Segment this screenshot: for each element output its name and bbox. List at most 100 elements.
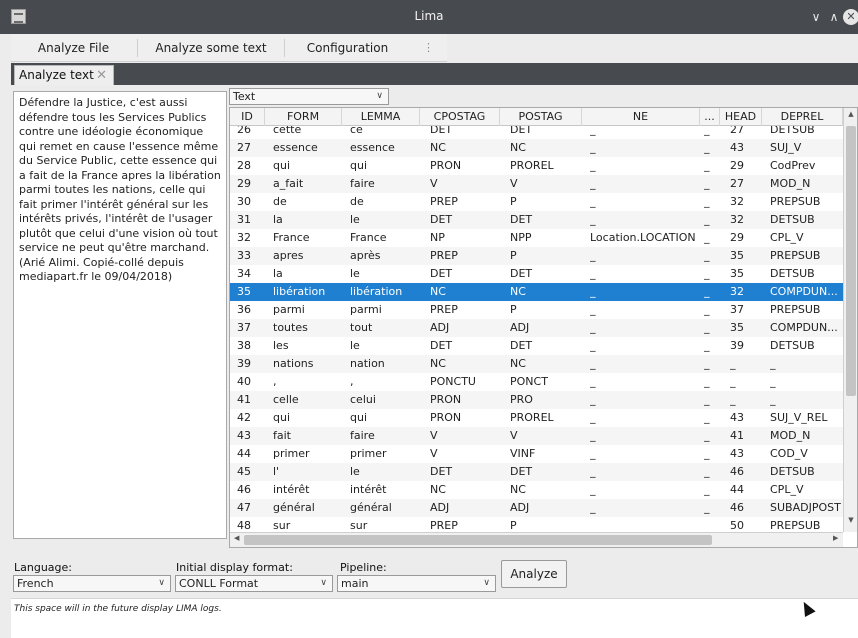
cell-cpostag: V [430, 447, 438, 460]
table-row[interactable]: 28 qui qui PRON PROREL _ _ 29 CodPrev [230, 157, 843, 175]
cell-extra: _ [704, 213, 710, 226]
cell-extra: _ [704, 231, 710, 244]
table-row[interactable]: 39 nations nation NC NC _ _ _ _ [230, 355, 843, 373]
cell-head: 29 [730, 231, 744, 244]
cell-form: France [273, 231, 310, 244]
display-format-label: Initial display format: [176, 561, 293, 574]
log-area: This space will in the future display LI… [11, 598, 858, 638]
cell-postag: P [510, 303, 517, 316]
cell-id: 43 [237, 429, 251, 442]
column-header-ne[interactable]: NE [582, 108, 700, 126]
table-row[interactable]: 46 intérêt intérêt NC NC _ _ 44 CPL_V [230, 481, 843, 499]
cell-form: celle [273, 393, 299, 406]
cell-postag: P [510, 249, 517, 262]
analysis-table[interactable]: ID FORM LEMMA CPOSTAG POSTAG NE... HEAD DEPREL … [229, 107, 858, 548]
table-row[interactable]: 37 toutes tout ADJ ADJ _ _ 35 COMPDUN... [230, 319, 843, 337]
cell-head: 35 [730, 321, 744, 334]
cell-postag: V [510, 429, 518, 442]
column-header-extra[interactable]: ... [700, 108, 720, 126]
table-row[interactable]: 27 essence essence NC NC _ _ 43 SUJ_V [230, 139, 843, 157]
tab-bar: Analyze text ✕ [11, 63, 858, 85]
scrollbar-thumb[interactable] [846, 126, 856, 396]
language-select[interactable]: French ∨ [13, 575, 171, 592]
table-row[interactable]: 47 général général ADJ ADJ _ _ 46 SUBADJPOST [230, 499, 843, 517]
cell-form: les [273, 339, 289, 352]
cell-ne: _ [590, 411, 596, 424]
vertical-scrollbar[interactable]: ▲ ▼ [843, 108, 857, 532]
table-row[interactable]: 29 a_fait faire V V _ _ 27 MOD_N [230, 175, 843, 193]
column-header-lemma[interactable]: LEMMA [342, 108, 420, 126]
column-header-cpostag[interactable]: CPOSTAG [420, 108, 500, 126]
table-row[interactable]: 45 l' le DET DET _ _ 46 DETSUB [230, 463, 843, 481]
close-icon[interactable]: ✕ [843, 9, 858, 25]
cell-postag: P [510, 195, 517, 208]
cell-ne: _ [590, 285, 596, 298]
table-row[interactable]: 30 de de PREP P _ _ 32 PREPSUB [230, 193, 843, 211]
table-row[interactable]: 31 la le DET DET _ _ 32 DETSUB [230, 211, 843, 229]
tab-analyze-text[interactable]: Analyze text ✕ [14, 65, 114, 85]
cell-deprel: COD_V [770, 447, 808, 460]
column-header-deprel[interactable]: DEPREL [762, 108, 843, 126]
table-row[interactable]: 41 celle celui PRON PRO _ _ _ _ [230, 391, 843, 409]
pipeline-select[interactable]: main ∨ [337, 575, 496, 592]
scroll-down-icon[interactable]: ▼ [844, 516, 857, 524]
cell-form: a_fait [273, 177, 304, 190]
input-text-area[interactable]: Défendre la Justice, c'est aussi défendr… [13, 91, 227, 539]
table-row[interactable]: 32 France France NP NPP Location.LOCATION _ 29 C… [230, 229, 843, 247]
menu-analyze-some-text[interactable]: Analyze some text [138, 34, 284, 62]
analyze-button[interactable]: Analyze [501, 560, 567, 588]
column-header-id[interactable]: ID [230, 108, 265, 126]
scroll-right-icon[interactable]: ▶ [833, 534, 838, 542]
menu-configuration[interactable]: Configuration [285, 34, 410, 62]
scroll-up-icon[interactable]: ▲ [844, 110, 857, 118]
table-row[interactable]: 44 primer primer V VINF _ _ 43 COD_V [230, 445, 843, 463]
cell-form: intérêt [273, 483, 310, 496]
cell-deprel: DETSUB [770, 213, 815, 226]
cell-head: 29 [730, 159, 744, 172]
table-row[interactable]: 35 libération libération NC NC _ _ 32 COMPDUN... [230, 283, 843, 301]
table-row[interactable]: 43 fait faire V V _ _ 41 MOD_N [230, 427, 843, 445]
table-row[interactable]: 42 qui qui PRON PROREL _ _ 43 SUJ_V_REL [230, 409, 843, 427]
menu-overflow-icon[interactable]: ⋮ [423, 34, 434, 62]
scroll-left-icon[interactable]: ◀ [234, 534, 239, 542]
cell-postag: DET [510, 267, 533, 280]
cell-cpostag: NC [430, 141, 446, 154]
cell-id: 37 [237, 321, 251, 334]
cell-cpostag: ADJ [430, 501, 450, 514]
cell-id: 41 [237, 393, 251, 406]
table-row[interactable]: 33 apres après PREP P _ _ 35 PREPSUB [230, 247, 843, 265]
menu-analyze-file[interactable]: Analyze File [11, 34, 136, 62]
tab-close-icon[interactable]: ✕ [96, 66, 107, 85]
language-label: Language: [14, 561, 72, 574]
cell-id: 33 [237, 249, 251, 262]
column-header-postag[interactable]: POSTAG [500, 108, 582, 126]
table-row[interactable]: 38 les le DET DET _ _ 39 DETSUB [230, 337, 843, 355]
table-row[interactable]: 40,, PONCTU PONCT _ _ _ _ [230, 373, 843, 391]
column-header-head[interactable]: HEAD [720, 108, 762, 126]
table-row[interactable]: 36 parmi parmi PREP P _ _ 37 PREPSUB [230, 301, 843, 319]
display-format-select[interactable]: Text ∨ [229, 88, 389, 105]
cell-extra: _ [704, 501, 710, 514]
table-row[interactable]: 48 sur sur PREP P 50 PREPSUB [230, 517, 843, 532]
cell-postag: DET [510, 339, 533, 352]
cell-deprel: CPL_V [770, 483, 804, 496]
cell-deprel: DETSUB [770, 339, 815, 352]
cell-deprel: MOD_N [770, 177, 811, 190]
cell-deprel: PREPSUB [770, 519, 821, 532]
cell-ne: _ [590, 159, 596, 172]
scrollbar-thumb[interactable] [244, 535, 712, 545]
table-row[interactable]: 26 cette ce DET DET _ _ 27 DETSUB [230, 126, 843, 139]
maximize-icon[interactable]: ∧ [826, 9, 842, 25]
column-header-form[interactable]: FORM [265, 108, 342, 126]
minimize-icon[interactable]: ∨ [808, 9, 824, 25]
cell-ne: _ [590, 393, 596, 406]
cell-lemma: le [350, 213, 360, 226]
cell-lemma: libération [350, 285, 403, 298]
cell-lemma: parmi [350, 303, 382, 316]
horizontal-scrollbar[interactable]: ◀ ▶ [230, 532, 843, 547]
cell-extra: _ [704, 303, 710, 316]
table-row[interactable]: 34 la le DET DET _ _ 35 DETSUB [230, 265, 843, 283]
cell-lemma: , [350, 375, 354, 388]
initial-format-select[interactable]: CONLL Format ∨ [175, 575, 333, 592]
cell-ne: _ [590, 195, 596, 208]
